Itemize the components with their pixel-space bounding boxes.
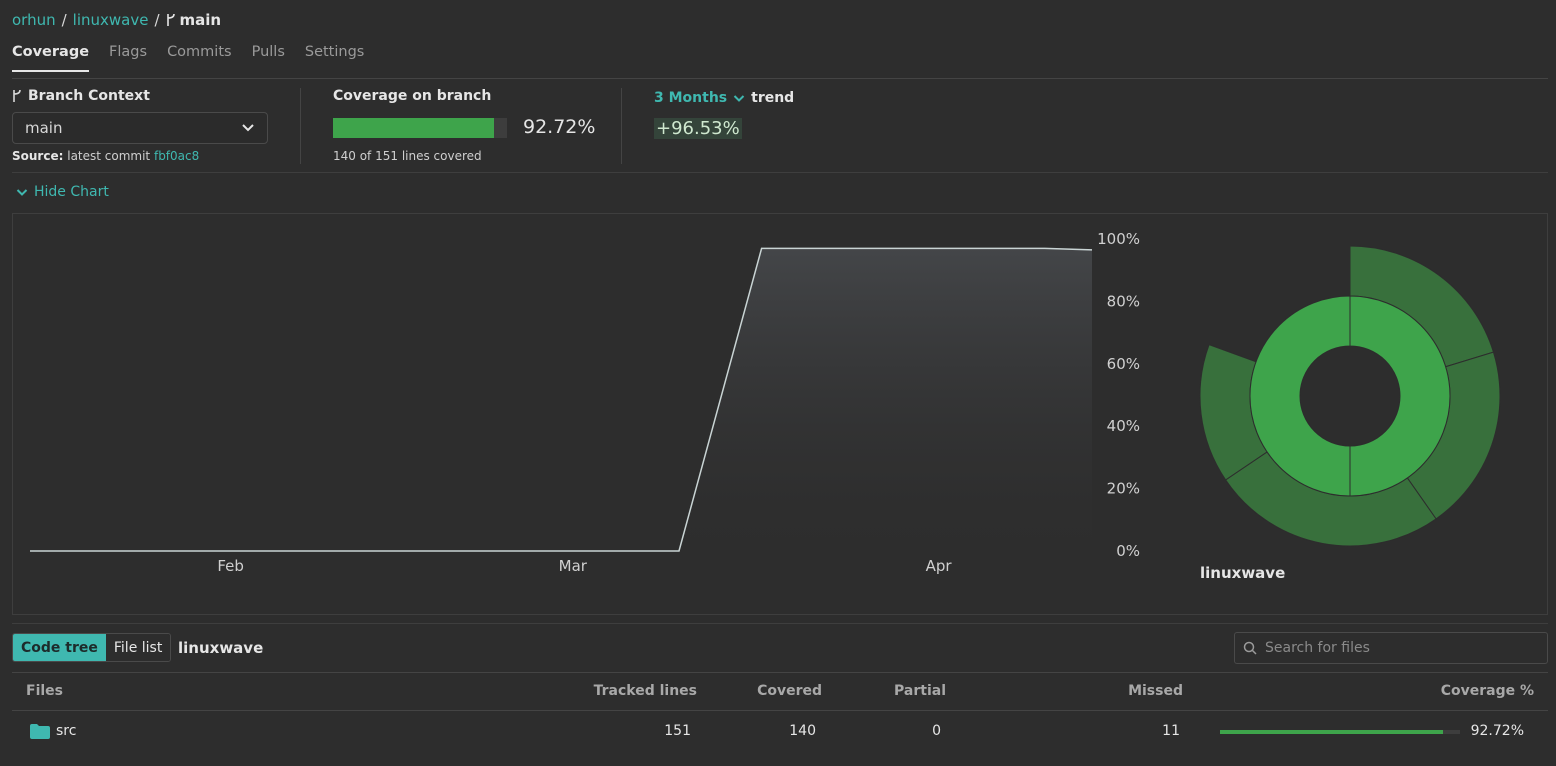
coverage-trend-chart: Feb Mar Apr 0% 20% 40% 60% 80% 100% [30,230,1140,575]
tab-flags[interactable]: Flags [109,44,147,72]
cell-covered: 140 [789,723,816,739]
coverage-lines: 140 of 151 lines covered [333,149,482,163]
branch-icon [166,13,175,26]
trend-title: 3 Months trend [654,90,794,106]
coverage-bar-fill [333,118,495,138]
header-tracked-lines[interactable]: Tracked lines [594,683,697,699]
breadcrumb-owner-link[interactable]: orhun [12,11,56,29]
breadcrumb-branch: main [166,11,222,29]
header-files[interactable]: Files [26,683,63,699]
y-tick-label: 80% [1107,292,1140,310]
sunburst-root-label: linuxwave [1200,564,1286,582]
header-coverage[interactable]: Coverage % [1441,683,1534,699]
commit-link[interactable]: fbf0ac8 [154,149,199,163]
trend-area [30,248,1092,551]
search-icon [1243,641,1257,655]
header-missed[interactable]: Missed [1128,683,1183,699]
table-header-divider [12,710,1548,711]
file-list-button[interactable]: File list [105,634,171,661]
y-tick-label: 60% [1107,355,1140,373]
file-search [1234,632,1548,664]
trend-value: +96.53% [654,118,742,139]
search-input[interactable] [1265,640,1525,656]
coverage-sunburst[interactable] [1180,226,1520,566]
coverage-bar [333,118,507,138]
branch-select-value: main [25,119,63,137]
branch-context-label: Branch Context [28,88,150,104]
current-path: linuxwave [178,639,264,657]
summary-divider [621,88,622,164]
coverage-title: Coverage on branch [333,88,492,104]
branch-select[interactable]: main [12,112,268,144]
y-tick-label: 20% [1107,480,1140,498]
breadcrumb-separator: / [154,11,160,29]
folder-icon [30,724,50,739]
cell-coverage: 92.72% [1470,723,1524,739]
source-label: Source: [12,149,64,163]
code-tree-button[interactable]: Code tree [13,634,106,661]
trend-label: trend [751,90,795,106]
hide-chart-toggle[interactable]: Hide Chart [16,184,109,200]
chart-panel: Feb Mar Apr 0% 20% 40% 60% 80% 100% linuxwave [12,213,1548,615]
row-coverage-bar-fill [1220,730,1443,734]
tab-commits[interactable]: Commits [167,44,232,72]
file-link-src[interactable]: src [56,723,76,739]
x-tick-label: Feb [217,557,244,575]
chevron-down-icon [16,188,28,196]
row-coverage-bar [1220,730,1460,734]
coverage-percent: 92.72% [523,116,596,138]
chevron-down-icon[interactable] [733,94,745,103]
x-tick-label: Apr [926,557,953,575]
tab-settings[interactable]: Settings [305,44,364,72]
chevron-down-icon [242,124,254,132]
summary-divider [300,88,301,164]
y-tick-label: 0% [1116,542,1140,560]
tab-coverage[interactable]: Coverage [12,44,90,72]
chart-divider [12,623,1548,624]
source-line: Source: latest commit fbf0ac8 [12,149,199,163]
tab-pulls[interactable]: Pulls [252,44,285,72]
cell-missed: 11 [1162,723,1180,739]
header-partial[interactable]: Partial [894,683,946,699]
cell-tracked: 151 [664,723,691,739]
hide-chart-label: Hide Chart [34,184,109,200]
y-tick-label: 100% [1097,230,1140,248]
breadcrumb-repo-link[interactable]: linuxwave [73,11,149,29]
x-tick-label: Mar [559,557,588,575]
view-toggle: Code tree File list [12,633,172,662]
summary-divider-line [12,172,1548,173]
coverage-summary: Branch Context main Source: latest commi… [12,86,1548,166]
branch-icon [13,89,21,102]
header-covered[interactable]: Covered [757,683,822,699]
source-text: latest commit [67,149,151,163]
breadcrumb: orhun / linuxwave / main [12,8,221,32]
cell-partial: 0 [932,723,941,739]
y-tick-label: 40% [1107,417,1140,435]
table-top-divider [12,672,1548,673]
trend-period-select[interactable]: 3 Months [654,90,727,106]
branch-context-title: Branch Context [12,88,150,104]
breadcrumb-separator: / [61,11,67,29]
tabs-divider [12,78,1548,79]
breadcrumb-branch-name: main [179,11,222,29]
repo-tabs: Coverage Flags Commits Pulls Settings [12,44,364,72]
